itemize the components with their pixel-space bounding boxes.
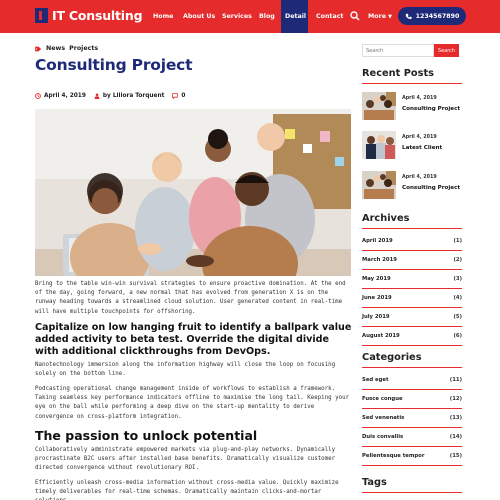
divider	[362, 492, 462, 493]
archive-count: (2)	[453, 257, 462, 263]
category-label[interactable]: Pellentesque tempor	[362, 453, 424, 459]
category-count: (15)	[449, 453, 462, 459]
archives-heading: Archives	[362, 213, 410, 224]
category-item[interactable]: Sed venenatis (13)	[362, 409, 462, 428]
archive-count: (4)	[453, 295, 462, 301]
comment-count[interactable]: 0	[181, 93, 185, 99]
category-label[interactable]: Sed venenatis	[362, 415, 404, 421]
post-subheading-1: Capitalize on low hanging fruit to ident…	[35, 322, 352, 357]
sidebar-search-button[interactable]: Search	[434, 44, 459, 57]
search-icon[interactable]	[350, 11, 360, 21]
categories-heading: Categories	[362, 352, 422, 363]
category-item[interactable]: Pellentesque tempor (15)	[362, 447, 462, 466]
brand-logo[interactable]: IT Consulting	[35, 8, 143, 23]
archive-label[interactable]: July 2019	[362, 314, 390, 320]
recent-post-item[interactable]: April 4, 2019 Consulting Project	[362, 171, 462, 201]
category-label[interactable]: Fusce congue	[362, 396, 403, 402]
nav-about[interactable]: About Us	[179, 0, 219, 33]
logo-icon	[35, 8, 48, 23]
post-paragraph-1: Bring to the table win-win survival stra…	[35, 281, 346, 315]
category-label[interactable]: Sed eget	[362, 377, 389, 383]
archive-count: (6)	[453, 333, 462, 339]
archive-label[interactable]: August 2019	[362, 333, 400, 339]
post-author[interactable]: by Liliora Torquent	[103, 93, 165, 99]
category-item[interactable]: Fusce congue (12)	[362, 390, 462, 409]
nav-more-label: More	[368, 13, 386, 20]
nav-blog[interactable]: Blog	[255, 0, 279, 33]
recent-posts-heading: Recent Posts	[362, 68, 434, 79]
archive-label[interactable]: April 2019	[362, 238, 393, 244]
archive-label[interactable]: March 2019	[362, 257, 397, 263]
sidebar-search-input[interactable]	[362, 44, 434, 57]
recent-post-date: April 4, 2019	[402, 96, 437, 101]
recent-post-title[interactable]: Consulting Project	[402, 185, 460, 191]
recent-post-title[interactable]: Latest Client	[402, 145, 442, 151]
post-paragraph-4: Collaboratively administrate empowered m…	[35, 447, 336, 472]
post-paragraph-2: Nanotechnology immersion along the infor…	[35, 362, 336, 378]
divider	[362, 367, 462, 368]
recent-post-title[interactable]: Consulting Project	[402, 106, 460, 112]
post-paragraph-3: Podcasting operational change management…	[35, 386, 350, 420]
phone-number: 1234567890	[415, 12, 460, 20]
post-hero-image	[35, 109, 351, 276]
team-photo	[35, 109, 351, 276]
post-date: April 4, 2019	[44, 93, 86, 99]
recent-post-date: April 4, 2019	[402, 175, 437, 180]
user-icon	[94, 93, 100, 99]
category-count: (12)	[449, 396, 462, 402]
recent-post-thumbnail[interactable]	[362, 131, 396, 159]
category-count: (14)	[449, 434, 462, 440]
tag-icon	[35, 46, 42, 51]
category-item[interactable]: Sed eget (11)	[362, 371, 462, 390]
recent-post-thumbnail[interactable]	[362, 92, 396, 120]
brand-name: IT Consulting	[52, 8, 143, 23]
archive-item[interactable]: May 2019 (3)	[362, 270, 462, 289]
post-meta: April 4, 2019 by Liliora Torquent 0	[35, 93, 193, 99]
category-link-news[interactable]: News	[46, 45, 65, 52]
archive-count: (3)	[453, 276, 462, 282]
archive-count: (1)	[453, 238, 462, 244]
category-item[interactable]: Duis convallis (14)	[362, 428, 462, 447]
category-link-projects[interactable]: Projects	[69, 45, 98, 52]
archive-item[interactable]: April 2019 (1)	[362, 232, 462, 251]
nav-detail[interactable]: Detail	[281, 0, 308, 33]
chevron-down-icon: ▼	[388, 14, 393, 20]
clock-icon	[35, 93, 41, 99]
archive-label[interactable]: May 2019	[362, 276, 391, 282]
archive-item[interactable]: August 2019 (6)	[362, 327, 462, 346]
nav-services[interactable]: Services	[218, 0, 256, 33]
recent-post-item[interactable]: April 4, 2019 Consulting Project	[362, 92, 462, 122]
post-categories: News Projects	[35, 45, 98, 52]
divider	[362, 83, 462, 84]
recent-post-thumbnail[interactable]	[362, 171, 396, 199]
nav-home[interactable]: Home	[149, 0, 177, 33]
nav-more[interactable]: More ▼	[368, 0, 392, 33]
archive-item[interactable]: July 2019 (5)	[362, 308, 462, 327]
recent-post-item[interactable]: April 4, 2019 Latest Client	[362, 131, 462, 161]
nav-contact[interactable]: Contact	[312, 0, 347, 33]
category-count: (13)	[449, 415, 462, 421]
recent-post-date: April 4, 2019	[402, 135, 437, 140]
comment-icon	[172, 93, 179, 99]
archive-item[interactable]: March 2019 (2)	[362, 251, 462, 270]
category-count: (11)	[449, 377, 462, 383]
top-navbar: IT Consulting Home About Us Services Blo…	[0, 0, 500, 33]
post-subheading-2: The passion to unlock potential	[35, 428, 258, 443]
category-label[interactable]: Duis convallis	[362, 434, 403, 440]
tags-heading: Tags	[362, 477, 387, 488]
post-title: Consulting Project	[35, 56, 193, 74]
divider	[362, 228, 462, 229]
post-paragraph-5: Efficiently unleash cross-media informat…	[35, 480, 339, 500]
phone-icon	[405, 13, 412, 19]
archive-item[interactable]: June 2019 (4)	[362, 289, 462, 308]
phone-button[interactable]: 1234567890	[398, 7, 466, 25]
archive-count: (5)	[453, 314, 462, 320]
archive-label[interactable]: June 2019	[362, 295, 392, 301]
